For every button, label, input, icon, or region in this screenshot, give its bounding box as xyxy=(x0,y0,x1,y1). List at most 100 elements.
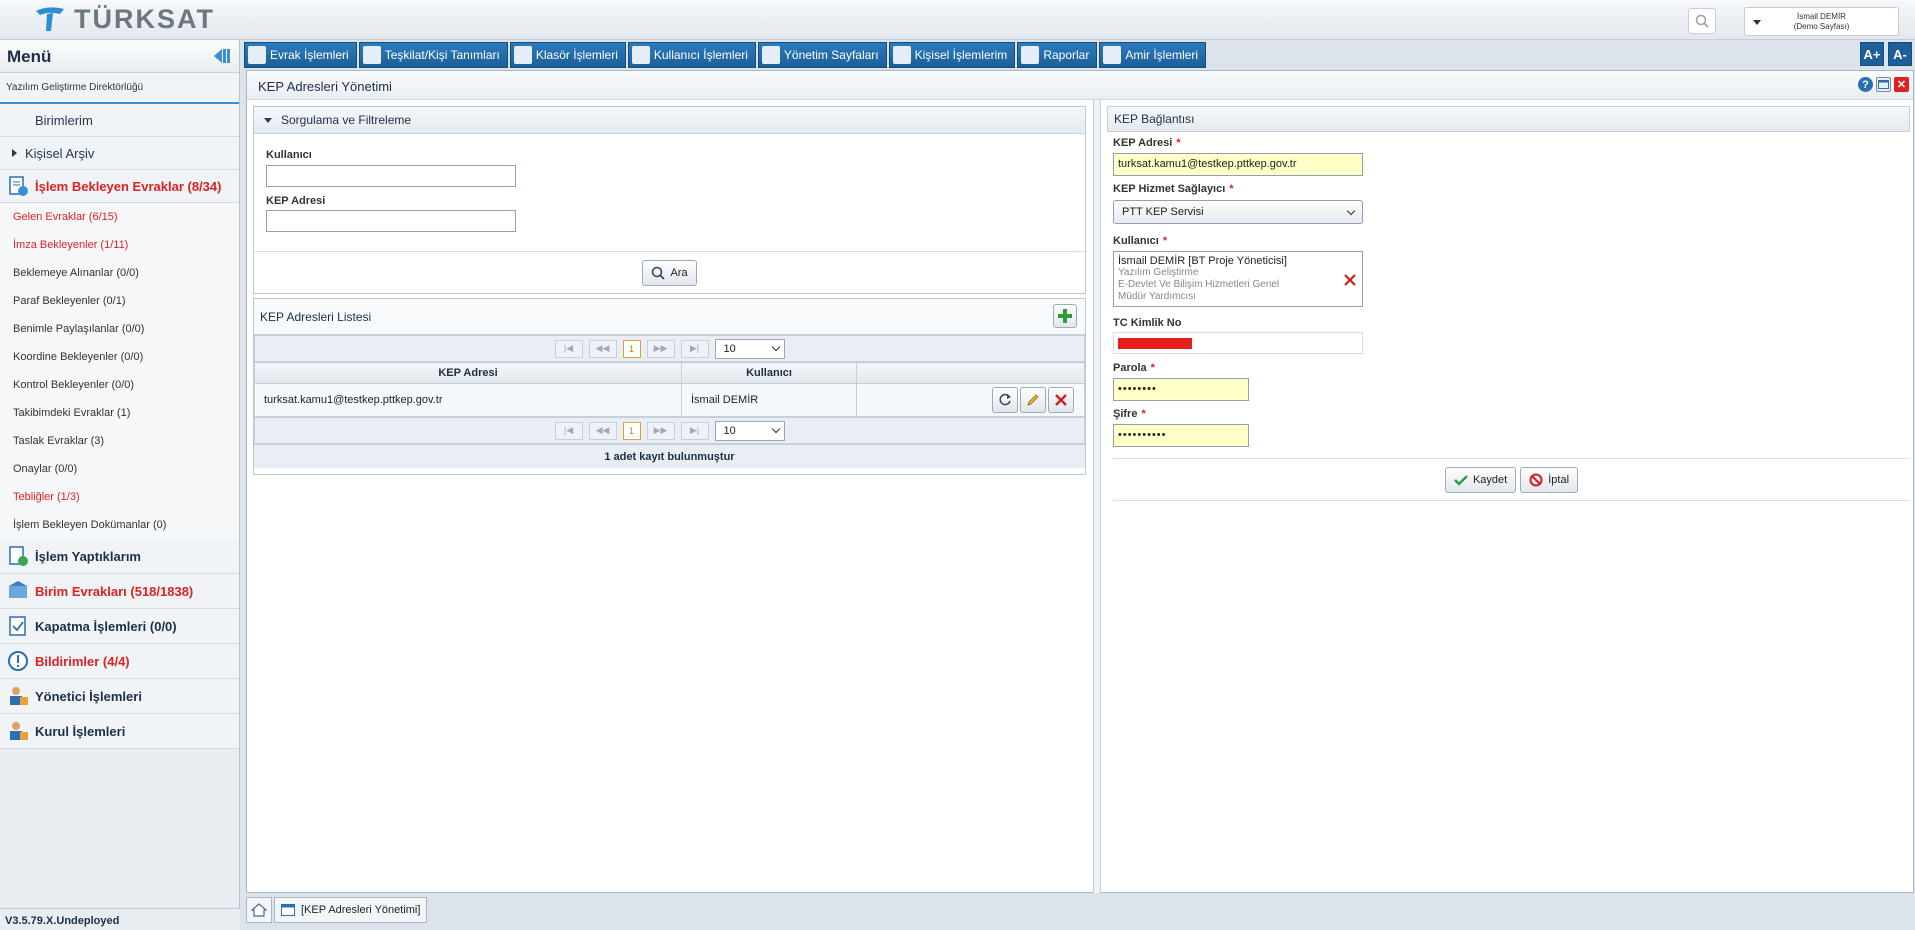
current-page[interactable]: 1 xyxy=(622,339,641,358)
sidebar-subitem[interactable]: Takibimdeki Evraklar (1) xyxy=(0,399,239,427)
filter-kullanici-label: Kullanıcı xyxy=(266,149,312,161)
tab-kep-adresleri[interactable]: [KEP Adresleri Yönetimi] xyxy=(274,897,428,923)
document-pending-icon xyxy=(9,176,28,196)
first-page-button[interactable]: |◀ xyxy=(554,339,583,358)
manager-icon xyxy=(10,687,28,705)
sidebar-item-kurul[interactable]: Kurul İşlemleri xyxy=(0,714,239,749)
nav-klasor-islemleri[interactable]: Klasör İşlemleri xyxy=(509,42,626,68)
sidebar-subitem[interactable]: İmza Bekleyenler (1/11) xyxy=(0,231,239,259)
font-increase-button[interactable]: A+ xyxy=(1860,42,1884,66)
sidebar-subitem[interactable]: Benimle Paylaşılanlar (0/0) xyxy=(0,315,239,343)
nav-label: Yönetim Sayfaları xyxy=(783,48,879,62)
row-kep-cell: turksat.kamu1@testkep.pttkep.gov.tr xyxy=(254,383,682,417)
page-size-value: 10 xyxy=(723,342,736,355)
form-header: KEP Bağlantısı xyxy=(1107,106,1910,132)
pager-bottom: |◀ ◀◀ 1 ▶▶ ▶| 10 xyxy=(254,417,1085,444)
add-kep-button[interactable] xyxy=(1053,304,1077,328)
sidebar-subitem[interactable]: Tebliğler (1/3) xyxy=(0,483,239,511)
next-page-button[interactable]: ▶▶ xyxy=(646,339,675,358)
window-icon[interactable] xyxy=(1876,77,1891,92)
evrak-islemleri-icon xyxy=(248,46,266,64)
first-page-button[interactable]: |◀ xyxy=(554,421,583,440)
refresh-row-button[interactable] xyxy=(992,387,1018,413)
global-search-button[interactable] xyxy=(1688,8,1716,34)
nav-raporlar[interactable]: Raporlar xyxy=(1017,42,1098,68)
raporlar-icon xyxy=(1021,46,1040,64)
user-menu[interactable]: İsmail DEMİR (Demo Sayfası) xyxy=(1744,7,1899,36)
unit-documents-icon xyxy=(9,581,27,598)
page-size-select[interactable]: 10 xyxy=(714,338,785,359)
sidebar-item-kisisel-arsiv[interactable]: Kişisel Arşiv xyxy=(0,137,239,170)
filter-kullanici-input[interactable] xyxy=(266,165,516,187)
form-sifre-label: Şifre * xyxy=(1113,408,1146,420)
column-divider[interactable] xyxy=(1093,100,1101,893)
delete-row-button[interactable] xyxy=(1048,387,1074,413)
sidebar-subitem[interactable]: Gelen Evraklar (6/15) xyxy=(0,203,239,231)
font-decrease-button[interactable]: A- xyxy=(1888,42,1912,66)
next-page-button[interactable]: ▶▶ xyxy=(646,421,675,440)
nav-label: Klasör İşlemleri xyxy=(535,48,618,62)
nav-kullanici-islemleri[interactable]: Kullanıcı İşlemleri xyxy=(627,42,756,68)
sidebar-item-birimlerim[interactable]: Birimlerim xyxy=(0,104,239,137)
sidebar-item-islem-yaptiklarim[interactable]: İşlem Yaptıklarım xyxy=(0,539,239,574)
selected-user-dept: E-Devlet Ve Bilişim Hizmetleri Genel xyxy=(1118,279,1280,290)
islem-yaptiklarim-label: İşlem Yaptıklarım xyxy=(35,548,141,564)
version-label: V3.5.79.X.Undeployed xyxy=(0,908,240,930)
close-icon[interactable]: ✕ xyxy=(1894,77,1909,92)
last-page-button[interactable]: ▶| xyxy=(680,339,709,358)
panel-controls: ? ✕ xyxy=(1858,77,1909,92)
home-tab[interactable] xyxy=(246,897,272,923)
sidebar-item-kapatma[interactable]: Kapatma İşlemleri (0/0) xyxy=(0,609,239,644)
search-button-label: Ara xyxy=(670,267,688,279)
page-size-select[interactable]: 10 xyxy=(714,420,785,441)
kapatma-label: Kapatma İşlemleri (0/0) xyxy=(35,618,177,634)
window-icon xyxy=(281,904,295,916)
prev-page-button[interactable]: ◀◀ xyxy=(588,421,617,440)
sidebar-item-islem-bekleyen[interactable]: İşlem Bekleyen Evraklar (8/34) xyxy=(0,170,239,203)
help-icon[interactable]: ? xyxy=(1858,77,1873,92)
kisisel-arsiv-label: Kişisel Arşiv xyxy=(25,145,95,161)
save-button[interactable]: Kaydet xyxy=(1444,466,1517,493)
sidebar-item-birim-evraklari[interactable]: Birim Evrakları (518/1838) xyxy=(0,574,239,609)
kurul-label: Kurul İşlemleri xyxy=(35,723,126,739)
nav-teskilat-kisi[interactable]: Teşkilat/Kişi Tanımları xyxy=(358,42,508,68)
column-header-kullanici: Kullanıcı xyxy=(681,362,857,384)
nav-label: Kullanıcı İşlemleri xyxy=(653,48,748,62)
current-page[interactable]: 1 xyxy=(622,421,641,440)
save-button-label: Kaydet xyxy=(1472,473,1508,486)
sidebar-item-yonetici[interactable]: Yönetici İşlemleri xyxy=(0,679,239,714)
remove-user-icon[interactable] xyxy=(1344,274,1356,286)
cancel-button[interactable]: İptal xyxy=(1520,466,1579,493)
nav-yonetim-sayfalari[interactable]: Yönetim Sayfaları xyxy=(757,42,887,68)
column-header-kep: KEP Adresi xyxy=(254,362,682,384)
form-provider-select[interactable]: PTT KEP Servisi xyxy=(1113,200,1363,224)
table-row[interactable]: turksat.kamu1@testkep.pttkep.gov.tr İsma… xyxy=(254,383,1085,417)
sidebar-subitem[interactable]: Onaylar (0/0) xyxy=(0,455,239,483)
last-page-button[interactable]: ▶| xyxy=(680,421,709,440)
sidebar-subitem[interactable]: Koordine Bekleyenler (0/0) xyxy=(0,343,239,371)
sidebar-subitem[interactable]: Paraf Bekleyenler (0/1) xyxy=(0,287,239,315)
collapse-menu-icon[interactable] xyxy=(213,48,231,67)
top-bar: TÜRKSAT İsmail DEMİR (Demo Sayfası) xyxy=(0,0,1915,40)
search-button[interactable]: Ara xyxy=(642,260,697,286)
sidebar-item-bildirimler[interactable]: Bildirimler (4/4) xyxy=(0,644,239,679)
form-kep-label: KEP Adresi * xyxy=(1113,137,1181,149)
form-kep-input[interactable]: turksat.kamu1@testkep.pttkep.gov.tr xyxy=(1113,153,1363,176)
page-title: KEP Adresleri Yönetimi xyxy=(258,79,392,94)
form-sifre-input[interactable]: •••••••••• xyxy=(1113,424,1249,447)
form-parola-input[interactable]: •••••••• xyxy=(1113,378,1249,401)
filter-header[interactable]: Sorgulama ve Filtreleme xyxy=(254,107,1085,134)
user-page: (Demo Sayfası) xyxy=(1793,22,1850,31)
prev-page-button[interactable]: ◀◀ xyxy=(588,339,617,358)
sidebar-subitem[interactable]: İşlem Bekleyen Dokümanlar (0) xyxy=(0,511,239,539)
sidebar-subitem[interactable]: Kontrol Bekleyenler (0/0) xyxy=(0,371,239,399)
nav-amir-islemleri[interactable]: Amir İşlemleri xyxy=(1099,42,1207,68)
sidebar-subitem[interactable]: Taslak Evraklar (3) xyxy=(0,427,239,455)
nav-kisisel-islemlerim[interactable]: Kişisel İşlemlerim xyxy=(888,42,1016,68)
sidebar-subitem[interactable]: Beklemeye Alınanlar (0/0) xyxy=(0,259,239,287)
nav-evrak-islemleri[interactable]: Evrak İşlemleri xyxy=(244,42,357,68)
filter-kep-input[interactable] xyxy=(266,210,516,232)
edit-row-button[interactable] xyxy=(1020,387,1046,413)
form-user-picker[interactable]: İsmail DEMİR [BT Proje Yöneticisi] Yazıl… xyxy=(1113,251,1363,307)
form-user-label: Kullanıcı * xyxy=(1113,235,1168,247)
